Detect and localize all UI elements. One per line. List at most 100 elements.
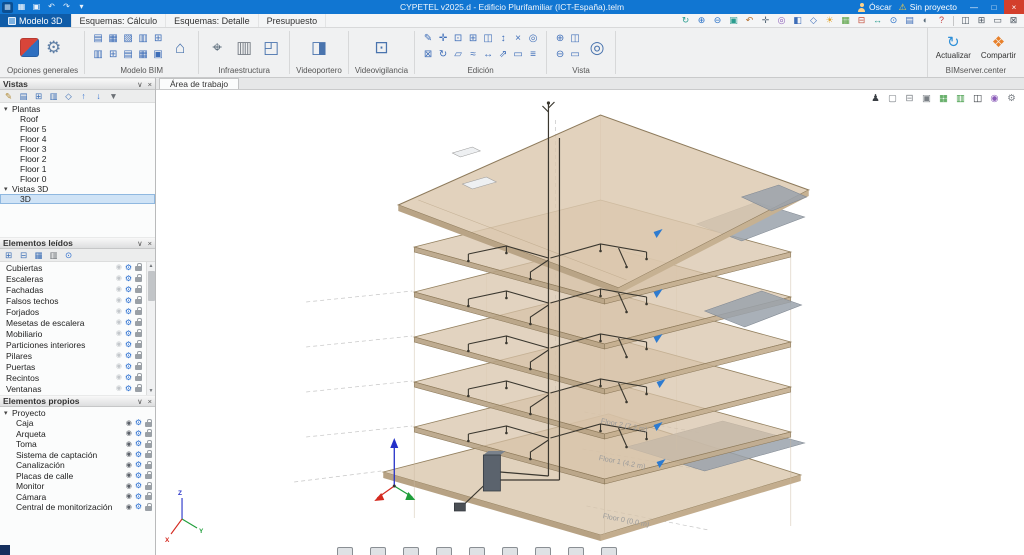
bim-roofs-icon[interactable]: ▧ xyxy=(121,32,135,46)
bottom-render-icon[interactable] xyxy=(535,547,551,555)
rectangle-icon[interactable]: ▭ xyxy=(511,48,525,62)
sun-shadows-icon[interactable]: ☀ xyxy=(822,15,837,27)
eye-icon[interactable]: ◉ xyxy=(126,483,132,490)
gear-icon[interactable]: ⚙ xyxy=(125,264,132,272)
tree-item-floor-2[interactable]: Floor 2 xyxy=(0,154,155,164)
lock-icon[interactable] xyxy=(145,495,152,500)
expand-all-icon[interactable]: ⊞ xyxy=(2,250,15,261)
gear-icon[interactable]: ⚙ xyxy=(125,363,132,371)
gear-icon[interactable]: ⚙ xyxy=(135,493,142,501)
tab-esquemas-detalle[interactable]: Esquemas: Detalle xyxy=(166,14,259,27)
lock-icon[interactable] xyxy=(135,354,142,359)
view-3d-icon[interactable]: ◎ xyxy=(585,35,609,61)
info-icon[interactable]: ⊙ xyxy=(62,250,75,261)
gear-icon[interactable]: ⚙ xyxy=(135,482,142,490)
element-row-fachadas[interactable]: Fachadas◉⚙ xyxy=(0,284,145,295)
gear-icon[interactable]: ⚙ xyxy=(125,330,132,338)
eye-icon[interactable]: ◉ xyxy=(116,264,122,271)
window-select-icon[interactable]: ◫ xyxy=(481,32,495,46)
gear-icon[interactable]: ⚙ xyxy=(125,286,132,294)
tree-item-floor-4[interactable]: Floor 4 xyxy=(0,134,155,144)
gear-icon[interactable]: ⚙ xyxy=(135,461,142,469)
bottom-pan-icon[interactable] xyxy=(337,547,353,555)
eye-icon[interactable]: ◉ xyxy=(126,493,132,500)
bottom-zoom-extents-icon[interactable] xyxy=(436,547,452,555)
move-up-icon[interactable]: ↑ xyxy=(77,91,90,102)
gear-icon[interactable]: ⚙ xyxy=(135,503,142,511)
orbit-icon[interactable]: ◎ xyxy=(774,15,789,27)
full-view-icon[interactable]: ▭ xyxy=(568,48,582,62)
bottom-orbit-icon[interactable] xyxy=(370,547,386,555)
lock-icon[interactable] xyxy=(135,266,142,271)
app-menu-icon[interactable]: ▦ xyxy=(15,1,28,13)
eye-icon[interactable]: ◉ xyxy=(116,385,122,392)
orientation-gizmo[interactable]: Z Y X xyxy=(165,490,204,544)
element-row-mesetas-de-escalera[interactable]: Mesetas de escalera◉⚙ xyxy=(0,317,145,328)
collapse-panel-icon[interactable]: ∨ xyxy=(137,397,143,406)
view-columns-icon[interactable]: ▥ xyxy=(47,91,60,102)
user-account-button[interactable]: Óscar xyxy=(857,2,892,12)
render-mode-icon[interactable]: ▦ xyxy=(838,15,853,27)
eye-icon[interactable]: ◉ xyxy=(126,451,132,458)
eye-icon[interactable]: ◉ xyxy=(126,420,132,427)
view-filter-icon[interactable]: ▼ xyxy=(107,91,120,102)
conduit-icon[interactable]: ▥ xyxy=(232,35,256,61)
new-window-icon[interactable]: ◫ xyxy=(958,15,973,27)
gear-icon[interactable]: ⚙ xyxy=(135,430,142,438)
gear-icon[interactable]: ⚙ xyxy=(125,385,132,393)
tree-item-3d[interactable]: 3D xyxy=(0,194,155,204)
view-front-icon[interactable]: ◧ xyxy=(790,15,805,27)
collapse-panel-icon[interactable]: ∨ xyxy=(137,239,143,248)
telecom-cabinet[interactable] xyxy=(483,455,500,491)
save-icon[interactable]: ▣ xyxy=(30,1,43,13)
bim-furniture-icon[interactable]: ▥ xyxy=(136,32,150,46)
curve-icon[interactable]: ≈ xyxy=(466,48,480,62)
view-iso-icon[interactable]: ◇ xyxy=(806,15,821,27)
eye-icon[interactable]: ◉ xyxy=(116,374,122,381)
table-green-icon[interactable]: ▦ xyxy=(937,93,950,105)
eye-icon[interactable]: ◉ xyxy=(116,363,122,370)
element-row-central-de-monitorizacion[interactable]: Central de monitorización◉⚙ xyxy=(0,502,155,513)
share-button[interactable]: ❖ Compartir xyxy=(981,35,1016,61)
gear-icon[interactable]: ⚙ xyxy=(125,352,132,360)
edit-view-icon[interactable]: ✎ xyxy=(2,91,15,102)
connection-box[interactable] xyxy=(454,503,465,511)
views-cube-icon[interactable]: ▢ xyxy=(886,93,899,105)
gear-icon[interactable]: ⚙ xyxy=(135,472,142,480)
export-icon[interactable]: ▣ xyxy=(920,93,933,105)
lock-icon[interactable] xyxy=(145,506,152,511)
eye-icon[interactable]: ◉ xyxy=(116,275,122,282)
lock-icon[interactable] xyxy=(135,387,142,392)
hide-all-icon[interactable]: ▥ xyxy=(47,250,60,261)
measure-icon[interactable]: ↔ xyxy=(870,15,885,27)
list-icon[interactable]: ≡ xyxy=(526,48,540,62)
element-row-forjados[interactable]: Forjados◉⚙ xyxy=(0,306,145,317)
tree-item-floor-1[interactable]: Floor 1 xyxy=(0,164,155,174)
eye-icon[interactable]: ◉ xyxy=(116,319,122,326)
window-view-icon[interactable]: ◫ xyxy=(568,32,582,46)
refresh-view-icon[interactable]: ↻ xyxy=(678,15,693,27)
tree-section-proyecto[interactable]: ▾Proyecto xyxy=(0,408,155,418)
eye-icon[interactable]: ◉ xyxy=(116,297,122,304)
gear-icon[interactable]: ⚙ xyxy=(135,451,142,459)
bim-model-icon[interactable]: ⌂ xyxy=(168,35,192,61)
help-icon[interactable]: ? xyxy=(934,15,949,27)
maximize-button[interactable]: □ xyxy=(984,0,1004,14)
element-row-escaleras[interactable]: Escaleras◉⚙ xyxy=(0,273,145,284)
tree-section-plantas[interactable]: ▾Plantas xyxy=(0,104,155,114)
user-icon[interactable]: ♟ xyxy=(869,93,882,105)
move-down-icon[interactable]: ↓ xyxy=(92,91,105,102)
lock-icon[interactable] xyxy=(145,443,152,448)
scrollbar[interactable]: ▲ ▼ xyxy=(146,262,155,395)
tab-esquemas-calculo[interactable]: Esquemas: Cálculo xyxy=(72,14,167,27)
caret-icon[interactable]: ▾ xyxy=(4,185,12,193)
gear-icon[interactable]: ⚙ xyxy=(125,308,132,316)
element-row-particiones-interiores[interactable]: Particiones interiores◉⚙ xyxy=(0,339,145,350)
lock-icon[interactable] xyxy=(145,422,152,427)
scale-icon[interactable]: ↕ xyxy=(496,32,510,46)
undo-icon[interactable]: ↶ xyxy=(45,1,58,13)
view-config-icon[interactable]: ▤ xyxy=(17,91,30,102)
scroll-thumb[interactable] xyxy=(148,271,155,301)
pit-icon[interactable]: ◰ xyxy=(259,35,283,61)
close-window-icon[interactable]: ⊠ xyxy=(1006,15,1021,27)
